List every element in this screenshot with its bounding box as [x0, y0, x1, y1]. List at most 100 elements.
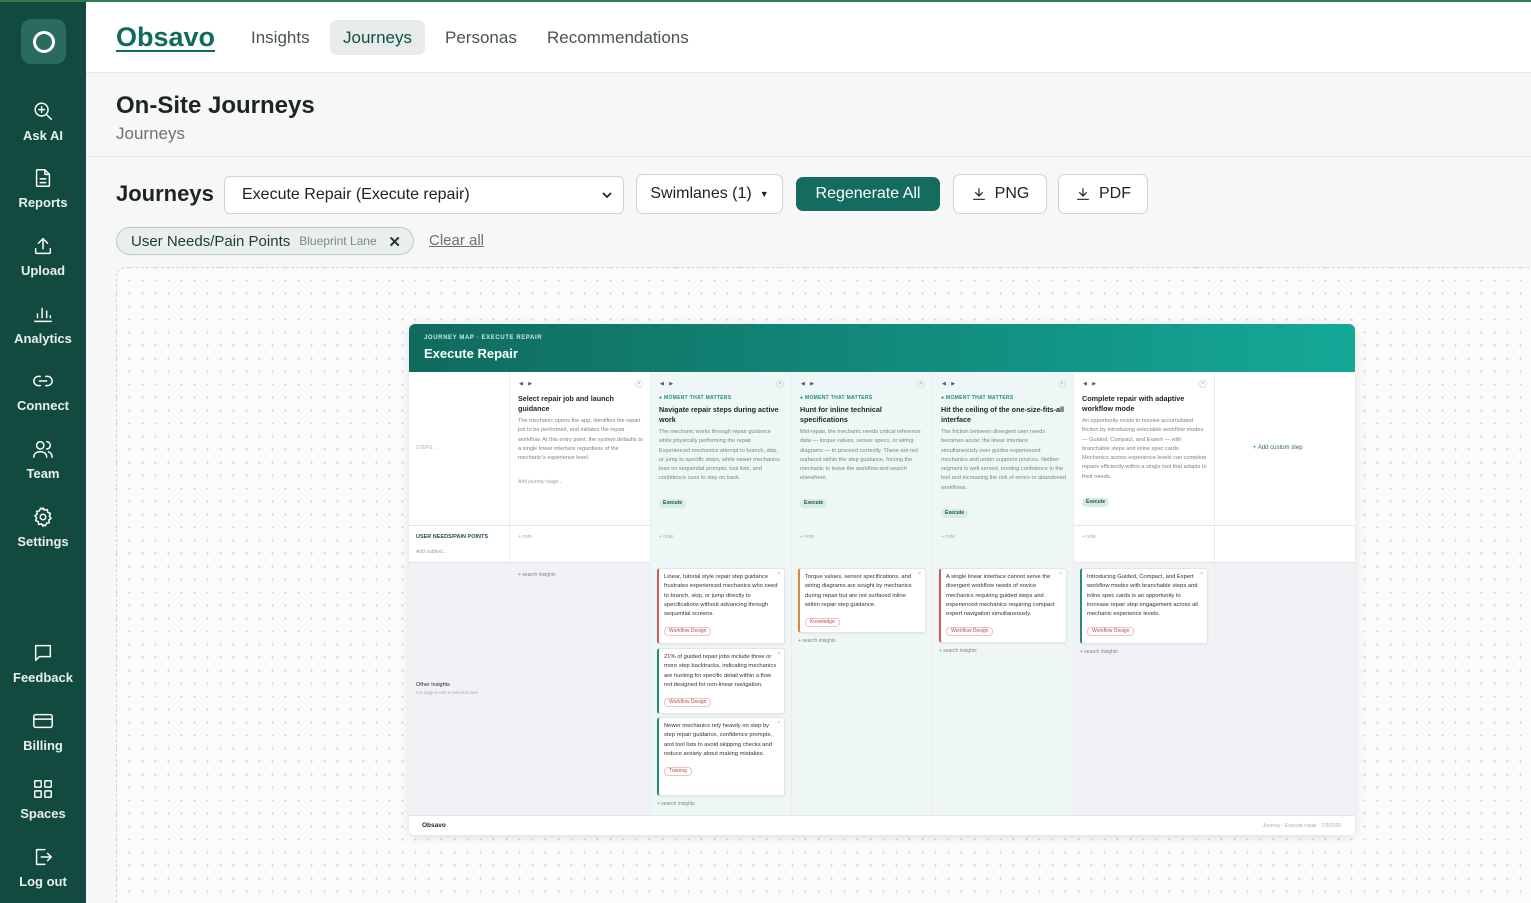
sidebar-item-settings[interactable]: Settings	[0, 506, 86, 566]
sidebar-item-label: Settings	[17, 534, 69, 549]
message-icon	[34, 644, 52, 662]
regenerate-label: Regenerate All	[815, 185, 921, 202]
search-insights-button[interactable]: + search insights	[1080, 649, 1118, 655]
journey-step-column: ◀ ▶ × Complete repair with adaptive workfl…	[1073, 372, 1214, 815]
insight-text: Torque values, sensor specifications, an…	[805, 574, 912, 608]
search-insights-button[interactable]: + search insights	[657, 801, 695, 807]
insight-card[interactable]: Introducing Guided, Compact, and Expert …	[1080, 568, 1208, 644]
insight-tag: Workflow Design	[946, 627, 994, 637]
bar-chart-icon	[34, 307, 52, 323]
insight-card[interactable]: Torque values, sensor specifications, an…	[798, 568, 926, 633]
reorder-arrows-icon[interactable]: ◀ ▶	[660, 381, 675, 387]
sidebar-item-label: Upload	[20, 263, 66, 278]
insight-card[interactable]: Newer mechanics rely heavily on step by …	[657, 717, 785, 796]
tab-recommendations[interactable]: Recommendations	[534, 20, 702, 55]
search-insights-button[interactable]: + search insights	[518, 572, 556, 578]
journey-map-footer: Obsavo Journey · Execute repair · 7/9/20…	[409, 815, 1355, 835]
sidebar-item-label: Log out	[19, 874, 67, 889]
close-icon[interactable]: ×	[1200, 571, 1203, 577]
close-icon[interactable]: ×	[1058, 380, 1066, 388]
export-pdf-button[interactable]: PDF	[1058, 174, 1148, 214]
tab-personas[interactable]: Personas	[432, 20, 530, 55]
journey-select[interactable]: Execute Repair (Execute repair)	[224, 176, 624, 214]
step-title[interactable]: Complete repair with adaptive workflow m…	[1082, 394, 1207, 413]
insight-card[interactable]: Linear, tutorial style repair step guida…	[657, 568, 785, 644]
lane-filter-chip[interactable]: User Needs/Pain Points Blueprint Lane ✕	[116, 227, 414, 255]
other-insights-sub: not tagged with a selected lane	[416, 690, 479, 695]
phase-badge: Execute	[800, 499, 828, 508]
insight-tag: Knowledge	[805, 618, 840, 628]
search-insights-button[interactable]: + search insights	[939, 648, 977, 654]
clear-all-link[interactable]: Clear all	[429, 232, 484, 249]
insight-text: Introducing Guided, Compact, and Expert …	[1087, 574, 1198, 618]
add-note-button[interactable]: + note	[800, 534, 814, 540]
grid-icon	[34, 780, 52, 798]
journey-select-value: Execute Repair (Execute repair)	[242, 186, 470, 203]
close-icon[interactable]: ×	[635, 380, 643, 388]
close-icon[interactable]: ×	[918, 571, 921, 577]
caret-down-icon: ▼	[759, 189, 769, 199]
add-note-button[interactable]: + note	[1082, 534, 1096, 540]
sidebar-item-spaces[interactable]: Spaces	[0, 778, 86, 838]
close-icon[interactable]: ×	[1199, 380, 1207, 388]
swimlanes-label: Swimlanes (1)	[650, 185, 752, 202]
close-icon[interactable]: ×	[776, 380, 784, 388]
insight-text: 21% of guided repair jobs include three …	[664, 654, 777, 688]
reorder-arrows-icon[interactable]: ◀ ▶	[519, 381, 534, 387]
sidebar-item-label: Team	[26, 466, 60, 481]
step-title[interactable]: Select repair job and launch guidance	[518, 394, 643, 413]
sidebar-item-reports[interactable]: Reports	[0, 167, 86, 227]
insight-tag: Workflow Design	[664, 698, 712, 708]
add-journey-stage-input[interactable]: Add journey stage...	[518, 479, 562, 485]
close-icon[interactable]: ×	[777, 651, 780, 657]
close-icon[interactable]: ×	[1059, 571, 1062, 577]
download-icon	[972, 188, 985, 200]
sidebar-item-billing[interactable]: Billing	[0, 710, 86, 770]
reorder-arrows-icon[interactable]: ◀ ▶	[1083, 381, 1098, 387]
step-title[interactable]: Navigate repair steps during active work	[659, 405, 784, 424]
reorder-arrows-icon[interactable]: ◀ ▶	[942, 381, 957, 387]
search-plus-icon	[34, 102, 52, 120]
insight-card[interactable]: A single linear interface cannot serve t…	[939, 568, 1067, 643]
close-icon[interactable]: ×	[917, 380, 925, 388]
sidebar-item-connect[interactable]: Connect	[0, 370, 86, 430]
gear-icon	[34, 507, 52, 527]
step-description: The friction between divergent user need…	[941, 429, 1067, 491]
swimlanes-button[interactable]: Swimlanes (1) ▼	[636, 174, 783, 214]
add-note-button[interactable]: + note	[941, 534, 955, 540]
step-description: The mechanic works through repair guidan…	[659, 429, 780, 482]
search-insights-button[interactable]: + search insights	[798, 638, 836, 644]
close-icon[interactable]: ✕	[388, 233, 401, 251]
sidebar-item-upload[interactable]: Upload	[0, 235, 86, 295]
document-icon	[35, 169, 51, 187]
tab-journeys[interactable]: Journeys	[330, 20, 425, 55]
regenerate-all-button[interactable]: Regenerate All	[796, 177, 940, 211]
card-icon	[33, 713, 53, 729]
sidebar-item-feedback[interactable]: Feedback	[0, 642, 86, 702]
close-icon[interactable]: ×	[777, 571, 780, 577]
tab-insights[interactable]: Insights	[238, 20, 323, 55]
step-title[interactable]: Hit the ceiling of the one-size-fits-all…	[941, 405, 1066, 424]
sidebar-item-logout[interactable]: Log out	[0, 846, 86, 903]
add-custom-step-button[interactable]: + Add custom step	[1253, 445, 1303, 451]
journeys-label: Journeys	[116, 181, 214, 206]
close-icon[interactable]: ×	[777, 720, 780, 726]
phase-badge: Execute	[941, 509, 969, 518]
brand-logo-text[interactable]: Obsavo	[116, 22, 215, 53]
journey-step-column: ◀ ▶ × ● MOMENT THAT MATTERS Hunt for inline…	[791, 372, 932, 815]
insight-tag: Training	[664, 767, 692, 777]
insight-card[interactable]: 21% of guided repair jobs include three …	[657, 648, 785, 714]
app-logo[interactable]	[21, 19, 66, 64]
sidebar-item-label: Ask AI	[23, 128, 63, 143]
step-title[interactable]: Hunt for inline technical specifications	[800, 405, 925, 424]
sidebar-item-ask-ai[interactable]: Ask AI	[0, 100, 86, 160]
add-note-button[interactable]: + note	[518, 534, 532, 540]
reorder-arrows-icon[interactable]: ◀ ▶	[801, 381, 816, 387]
png-label: PNG	[994, 185, 1030, 202]
export-png-button[interactable]: PNG	[953, 174, 1047, 214]
top-accent-line	[0, 0, 1531, 2]
sidebar-item-team[interactable]: Team	[0, 438, 86, 498]
sidebar-item-analytics[interactable]: Analytics	[0, 303, 86, 363]
add-note-button[interactable]: + note	[659, 534, 673, 540]
footer-meta: Journey · Execute repair · 7/9/2026	[1262, 823, 1341, 829]
